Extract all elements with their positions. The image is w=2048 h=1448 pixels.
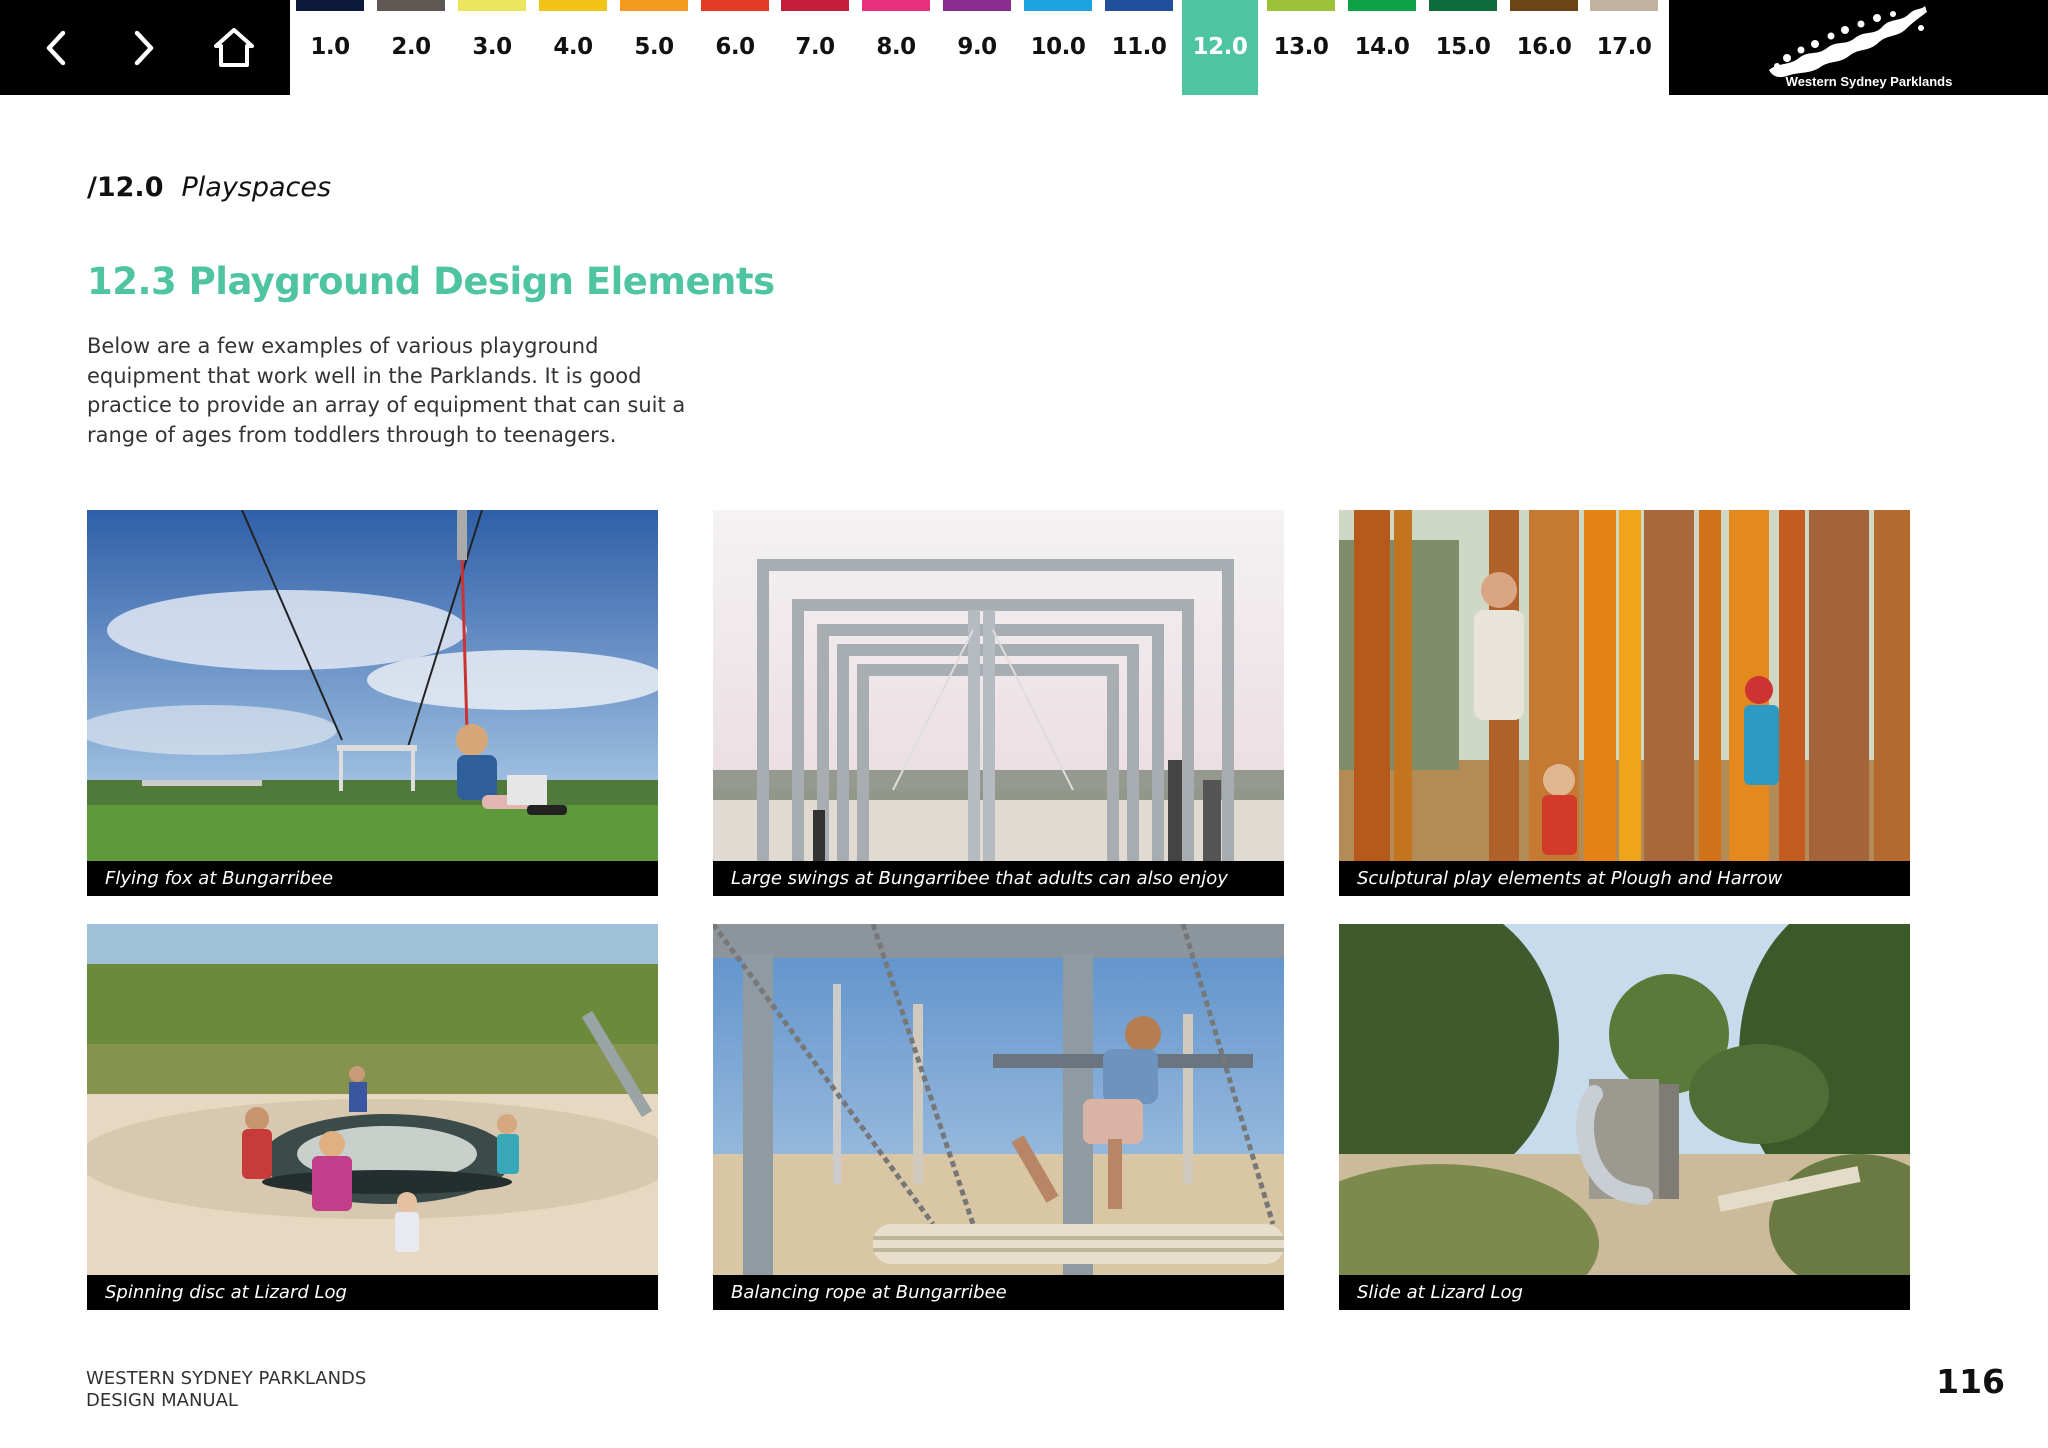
- chapter-tab[interactable]: 3.0: [454, 0, 530, 95]
- photo-flying-fox: Flying fox at Bungarribee: [87, 510, 658, 896]
- footer-line-1: WESTERN SYDNEY PARKLANDS: [86, 1368, 367, 1389]
- home-button[interactable]: [190, 0, 278, 95]
- chapter-tab[interactable]: 7.0: [777, 0, 853, 95]
- photo-large-swings: Large swings at Bungarribee that adults …: [713, 510, 1284, 896]
- large-swings-image: [713, 510, 1284, 896]
- chapter-color-strip: [296, 0, 364, 11]
- photo-caption: Slide at Lizard Log: [1339, 1275, 1910, 1310]
- chapter-label: 12.0: [1192, 34, 1248, 60]
- chapter-label: 14.0: [1354, 34, 1410, 60]
- page-title: 12.3 Playground Design Elements: [87, 260, 775, 303]
- logo-text: Western Sydney Parklands: [1785, 74, 1953, 89]
- chapter-tab[interactable]: 1.0: [292, 0, 368, 95]
- chapter-tab[interactable]: 15.0: [1425, 0, 1501, 95]
- photo-caption: Flying fox at Bungarribee: [87, 861, 658, 896]
- photo-caption: Spinning disc at Lizard Log: [87, 1275, 658, 1310]
- chapter-label: 2.0: [391, 34, 431, 60]
- chapter-label: 1.0: [310, 34, 350, 60]
- intro-paragraph: Below are a few examples of various play…: [87, 334, 686, 447]
- photo-balancing-rope: Balancing rope at Bungarribee: [713, 924, 1284, 1310]
- photo-caption: Sculptural play elements at Plough and H…: [1339, 861, 1910, 896]
- photo-slide: Slide at Lizard Log: [1339, 924, 1910, 1310]
- chapter-color-strip: [539, 0, 607, 11]
- chapter-tab[interactable]: 12.0: [1182, 0, 1258, 95]
- chapter-tab[interactable]: 17.0: [1586, 0, 1662, 95]
- chapter-color-strip: [1348, 0, 1416, 11]
- chapter-color-strip: [1024, 0, 1092, 11]
- chevron-left-icon: [46, 30, 66, 65]
- chapter-tab[interactable]: 5.0: [616, 0, 692, 95]
- photo-spinning-disc: Spinning disc at Lizard Log: [87, 924, 658, 1310]
- footer: WESTERN SYDNEY PARKLANDS DESIGN MANUAL: [86, 1368, 366, 1412]
- chevron-right-icon: [134, 30, 154, 65]
- section-heading: /12.0 Playspaces: [87, 172, 331, 203]
- logo-area: Western Sydney Parklands: [1669, 0, 2048, 95]
- chapter-tab[interactable]: 2.0: [373, 0, 449, 95]
- chapter-label: 7.0: [795, 34, 835, 60]
- chapter-label: 6.0: [715, 34, 755, 60]
- chapter-tab[interactable]: 11.0: [1101, 0, 1177, 95]
- chapter-label: 13.0: [1273, 34, 1329, 60]
- chapter-label: 4.0: [553, 34, 593, 60]
- flying-fox-image: [87, 510, 658, 896]
- chapter-label: 9.0: [957, 34, 997, 60]
- chapter-tab[interactable]: 8.0: [858, 0, 934, 95]
- chapter-color-strip: [781, 0, 849, 11]
- sculptural-play-image: [1339, 510, 1910, 896]
- back-button[interactable]: [12, 0, 100, 95]
- photo-sculptural-play: Sculptural play elements at Plough and H…: [1339, 510, 1910, 896]
- chapter-color-strip: [1429, 0, 1497, 11]
- chapter-label: 11.0: [1111, 34, 1167, 60]
- chapter-tab[interactable]: 6.0: [697, 0, 773, 95]
- nav-controls: [0, 0, 290, 95]
- chapter-color-strip: [1590, 0, 1658, 11]
- chapter-color-strip: [620, 0, 688, 11]
- slide-image: [1339, 924, 1910, 1310]
- balancing-rope-image: [713, 924, 1284, 1310]
- chapter-label: 3.0: [472, 34, 512, 60]
- chapter-tab[interactable]: 10.0: [1020, 0, 1096, 95]
- photo-caption: Large swings at Bungarribee that adults …: [713, 861, 1284, 896]
- chapter-color-strip: [1186, 0, 1254, 11]
- chapter-color-strip: [1105, 0, 1173, 11]
- spinning-disc-image: [87, 924, 658, 1310]
- chapter-tab[interactable]: 13.0: [1263, 0, 1339, 95]
- section-name: Playspaces: [181, 172, 332, 203]
- chapter-color-strip: [1267, 0, 1335, 11]
- chapter-label: 16.0: [1516, 34, 1572, 60]
- chapter-color-strip: [377, 0, 445, 11]
- chapter-label: 5.0: [634, 34, 674, 60]
- chapter-color-strip: [862, 0, 930, 11]
- chapter-label: 10.0: [1030, 34, 1086, 60]
- chapter-label: 15.0: [1435, 34, 1491, 60]
- chapter-label: 8.0: [876, 34, 916, 60]
- chapter-color-strip: [943, 0, 1011, 11]
- chapter-color-strip: [458, 0, 526, 11]
- forward-button[interactable]: [100, 0, 188, 95]
- chapter-tab[interactable]: 16.0: [1506, 0, 1582, 95]
- page-number: 116: [1936, 1362, 2005, 1401]
- top-navigation: 1.0 2.0 3.0 4.0 5.0 6.0 7.0 8.0 9.0 10.0 11.0 12.0 1…: [0, 0, 2048, 95]
- chapter-tab[interactable]: 9.0: [939, 0, 1015, 95]
- chapter-color-strip: [701, 0, 769, 11]
- chapter-tab[interactable]: 14.0: [1344, 0, 1420, 95]
- chapter-tab[interactable]: 4.0: [535, 0, 611, 95]
- chapter-color-strip: [1510, 0, 1578, 11]
- footer-line-2: DESIGN MANUAL: [86, 1390, 238, 1411]
- home-icon: [214, 27, 254, 67]
- chapter-label: 17.0: [1596, 34, 1652, 60]
- section-number: /12.0: [87, 172, 164, 203]
- photo-caption: Balancing rope at Bungarribee: [713, 1275, 1284, 1310]
